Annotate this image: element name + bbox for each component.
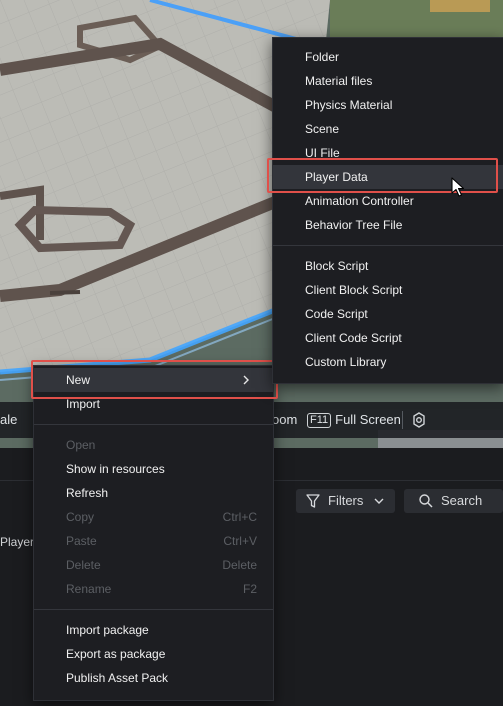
- menu-item-import-package[interactable]: Import package: [34, 618, 273, 642]
- menu-item-copy: Copy Ctrl+C: [34, 505, 273, 529]
- submenu-item-folder-label: Folder: [305, 50, 340, 64]
- chevron-down-icon: [374, 498, 384, 504]
- menu-separator: [34, 424, 273, 425]
- search-icon: [419, 494, 433, 508]
- copy-shortcut: Ctrl+C: [222, 510, 257, 524]
- submenu-separator: [273, 245, 503, 246]
- menu-item-show-in-resources[interactable]: Show in resources: [34, 457, 273, 481]
- submenu-item-physics-material[interactable]: Physics Material: [273, 93, 503, 117]
- menu-item-open: Open: [34, 433, 273, 457]
- submenu-item-ui-file[interactable]: UI File: [273, 141, 503, 165]
- fullscreen-button[interactable]: F11 Full Screen: [307, 402, 401, 438]
- menu-item-rename: Rename F2: [34, 577, 273, 601]
- menu-item-export-as-package-label: Export as package: [66, 647, 166, 661]
- context-menu: New Import Open Show in resources Refres…: [33, 365, 274, 701]
- submenu-item-custom-library-label: Custom Library: [305, 355, 387, 369]
- menu-item-delete: Delete Delete: [34, 553, 273, 577]
- fullscreen-label: Full Screen: [335, 412, 401, 427]
- menu-item-new-label: New: [66, 373, 91, 387]
- new-submenu: Folder Material files Physics Material S…: [272, 37, 503, 384]
- paste-shortcut: Ctrl+V: [223, 534, 257, 548]
- toolbar-divider: [402, 411, 403, 429]
- submenu-item-custom-library[interactable]: Custom Library: [273, 350, 503, 374]
- submenu-item-code-script-label: Code Script: [305, 307, 368, 321]
- chevron-right-icon: [243, 375, 249, 385]
- menu-item-refresh[interactable]: Refresh: [34, 481, 273, 505]
- f11-key-hint: F11: [307, 413, 332, 428]
- submenu-item-animation-controller-label: Animation Controller: [305, 194, 414, 208]
- menu-item-publish-asset-pack[interactable]: Publish Asset Pack: [34, 666, 273, 690]
- submenu-item-folder[interactable]: Folder: [273, 45, 503, 69]
- menu-item-import-label: Import: [66, 397, 101, 411]
- submenu-item-animation-controller[interactable]: Animation Controller: [273, 189, 503, 213]
- submenu-item-client-code-script[interactable]: Client Code Script: [273, 326, 503, 350]
- filters-label: Filters: [328, 493, 364, 508]
- menu-item-export-as-package[interactable]: Export as package: [34, 642, 273, 666]
- submenu-item-client-block-script[interactable]: Client Block Script: [273, 278, 503, 302]
- search-input[interactable]: Search: [404, 489, 503, 513]
- submenu-item-ui-file-label: UI File: [305, 146, 340, 160]
- submenu-item-behavior-tree-file[interactable]: Behavior Tree File: [273, 213, 503, 237]
- delete-shortcut: Delete: [222, 558, 257, 572]
- submenu-item-player-data[interactable]: Player Data: [273, 165, 503, 189]
- submenu-item-client-block-script-label: Client Block Script: [305, 283, 403, 297]
- submenu-item-material-files[interactable]: Material files: [273, 69, 503, 93]
- menu-item-refresh-label: Refresh: [66, 486, 109, 500]
- rename-shortcut: F2: [242, 582, 257, 596]
- menu-item-open-label: Open: [66, 438, 96, 452]
- menu-item-rename-label: Rename: [66, 582, 112, 596]
- menu-item-show-in-resources-label: Show in resources: [66, 462, 165, 476]
- menu-item-new[interactable]: New: [34, 368, 273, 392]
- submenu-item-block-script[interactable]: Block Script: [273, 254, 503, 278]
- filters-button[interactable]: Filters: [296, 489, 395, 513]
- menu-item-import[interactable]: Import: [34, 392, 273, 416]
- menu-item-paste-label: Paste: [66, 534, 97, 548]
- menu-item-delete-label: Delete: [66, 558, 101, 572]
- mouse-cursor-icon: [451, 177, 465, 197]
- scale-button[interactable]: ale: [0, 402, 17, 438]
- submenu-item-client-code-script-label: Client Code Script: [305, 331, 402, 345]
- zoom-button[interactable]: oom: [272, 402, 297, 438]
- menu-item-paste: Paste Ctrl+V: [34, 529, 273, 553]
- search-placeholder: Search: [441, 493, 483, 508]
- menu-item-publish-asset-pack-label: Publish Asset Pack: [66, 671, 169, 685]
- submenu-item-physics-material-label: Physics Material: [305, 98, 393, 112]
- submenu-item-material-files-label: Material files: [305, 74, 373, 88]
- gear-icon[interactable]: [411, 402, 427, 438]
- submenu-item-behavior-tree-file-label: Behavior Tree File: [305, 218, 403, 232]
- menu-separator: [34, 609, 273, 610]
- submenu-item-block-script-label: Block Script: [305, 259, 369, 273]
- submenu-item-scene[interactable]: Scene: [273, 117, 503, 141]
- submenu-item-scene-label: Scene: [305, 122, 340, 136]
- filter-icon: [306, 494, 320, 508]
- submenu-item-code-script[interactable]: Code Script: [273, 302, 503, 326]
- submenu-item-player-data-label: Player Data: [305, 170, 368, 184]
- menu-item-import-package-label: Import package: [66, 623, 149, 637]
- menu-item-copy-label: Copy: [66, 510, 95, 524]
